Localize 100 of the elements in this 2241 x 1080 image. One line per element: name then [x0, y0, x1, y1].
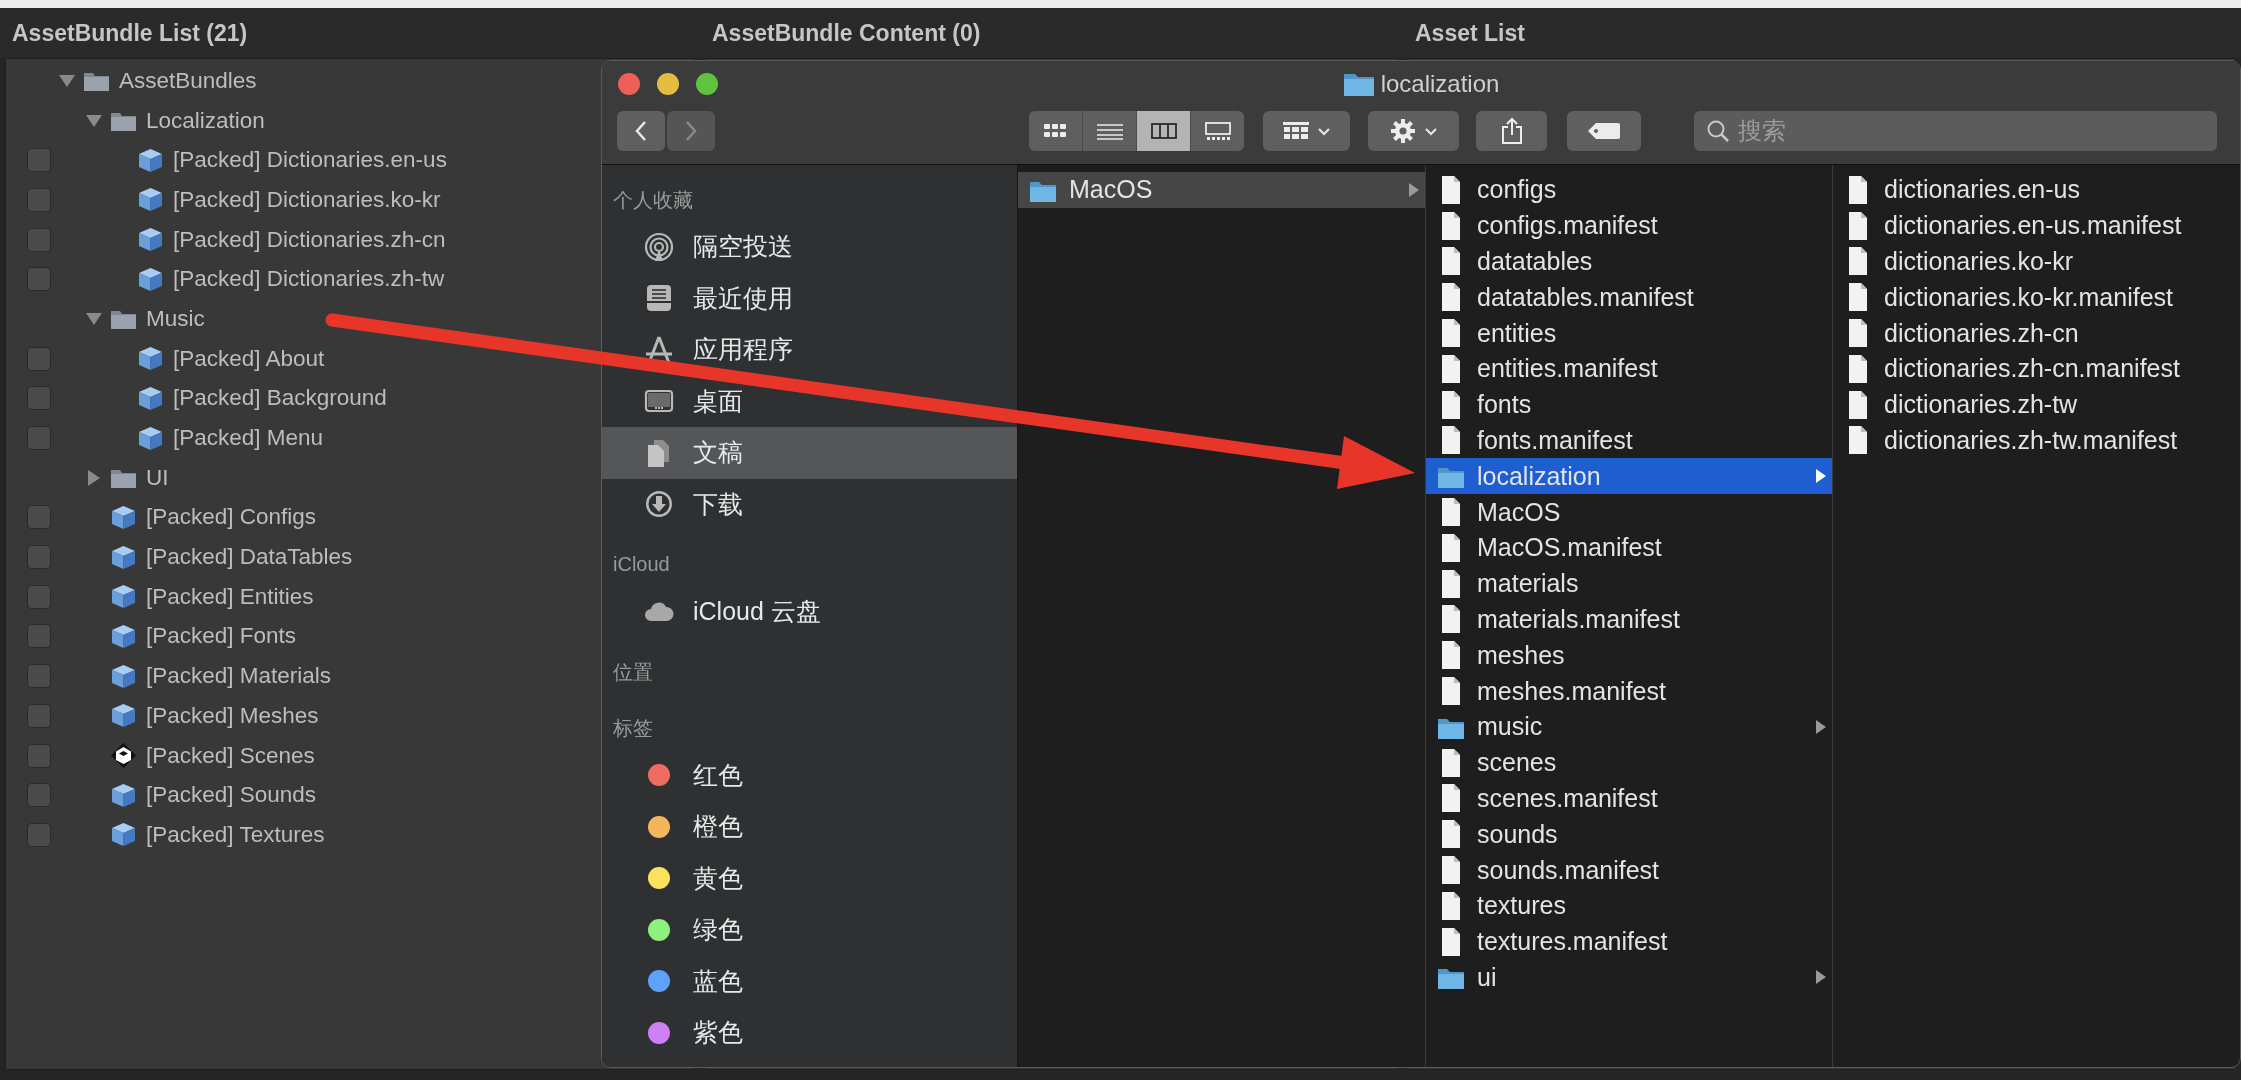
forward-button[interactable] [667, 111, 715, 151]
tree-item-label[interactable]: [Packed] Menu [173, 425, 324, 452]
sidebar-item[interactable]: 绿色 [602, 904, 1017, 956]
sidebar-item[interactable]: 隔空投送 [602, 221, 1017, 273]
tree-item-label[interactable]: UI [146, 464, 169, 491]
share-button[interactable] [1476, 111, 1547, 151]
tree-item-label[interactable]: Localization [146, 107, 265, 134]
file-row[interactable]: meshes [1426, 637, 1832, 674]
file-row[interactable]: dictionaries.zh-cn [1833, 315, 2240, 351]
gallery-view-button[interactable] [1191, 111, 1244, 151]
file-row[interactable]: fonts [1426, 386, 1832, 423]
checkbox[interactable] [27, 505, 51, 530]
minimize-button[interactable] [657, 73, 679, 95]
file-row[interactable]: meshes.manifest [1426, 673, 1832, 709]
checkbox[interactable] [27, 743, 51, 768]
zoom-button[interactable] [696, 73, 718, 95]
checkbox[interactable] [27, 227, 51, 252]
file-row[interactable]: dictionaries.zh-tw [1833, 386, 2240, 423]
file-row[interactable]: dictionaries.zh-cn.manifest [1833, 351, 2240, 387]
file-row[interactable]: textures.manifest [1426, 923, 1832, 960]
file-row[interactable]: materials.manifest [1426, 601, 1832, 638]
sidebar-item[interactable]: 红色 [602, 749, 1017, 801]
search-field[interactable]: 搜索 [1694, 111, 2217, 151]
checkbox[interactable] [27, 426, 51, 451]
sidebar-item[interactable]: 紫色 [602, 1007, 1017, 1059]
checkbox[interactable] [27, 703, 51, 728]
back-button[interactable] [617, 111, 665, 151]
tree-item-label[interactable]: [Packed] Dictionaries.zh-cn [173, 226, 446, 253]
column-view-button[interactable] [1137, 111, 1190, 151]
file-row[interactable]: dictionaries.ko-kr [1833, 243, 2240, 280]
tree-item-label[interactable]: [Packed] DataTables [146, 544, 353, 571]
tree-item-label[interactable]: [Packed] Meshes [146, 702, 319, 729]
tree-item-label[interactable]: [Packed] Configs [146, 504, 317, 531]
tag-button[interactable] [1567, 111, 1641, 151]
file-row[interactable]: fonts.manifest [1426, 422, 1832, 459]
caret-down-icon[interactable] [86, 312, 102, 325]
tree-item-label[interactable]: [Packed] Fonts [146, 623, 297, 650]
file-row[interactable]: dictionaries.ko-kr.manifest [1833, 279, 2240, 316]
file-row[interactable]: MacOS [1426, 494, 1832, 530]
tree-item-label[interactable]: [Packed] Background [173, 385, 387, 412]
sidebar-item[interactable]: iCloud 云盘 [602, 586, 1017, 638]
sidebar-item[interactable]: 蓝色 [602, 955, 1017, 1007]
close-button[interactable] [618, 73, 640, 95]
file-row[interactable]: scenes [1426, 744, 1832, 781]
tree-item-label[interactable]: [Packed] Dictionaries.ko-kr [173, 186, 441, 213]
tree-item-label[interactable]: Music [146, 305, 205, 332]
tree-item-label[interactable]: [Packed] Scenes [146, 742, 315, 769]
file-row[interactable]: sounds.manifest [1426, 852, 1832, 888]
file-row[interactable]: scenes.manifest [1426, 780, 1832, 817]
checkbox[interactable] [27, 664, 51, 689]
file-row[interactable]: materials [1426, 565, 1832, 602]
file-row[interactable]: textures [1426, 887, 1832, 924]
caret-down-icon[interactable] [86, 114, 102, 127]
checkbox[interactable] [27, 624, 51, 649]
file-row[interactable]: localization [1426, 458, 1832, 495]
file-row[interactable]: configs.manifest [1426, 207, 1832, 244]
file-row[interactable]: entities [1426, 315, 1832, 351]
sidebar-item[interactable]: 文稿 [602, 427, 1017, 479]
sidebar-item[interactable]: 最近使用 [602, 272, 1017, 324]
file-row[interactable]: MacOS.manifest [1426, 529, 1832, 566]
sidebar-item[interactable]: 橙色 [602, 801, 1017, 853]
list-view-button[interactable] [1083, 111, 1136, 151]
checkbox[interactable] [27, 148, 51, 173]
tree-item-label[interactable]: [Packed] Dictionaries.zh-tw [173, 266, 445, 293]
checkbox[interactable] [27, 386, 51, 411]
cube-icon [137, 345, 164, 373]
tree-item-label[interactable]: [Packed] Textures [146, 821, 325, 848]
file-row[interactable]: configs [1426, 172, 1832, 208]
sidebar-item[interactable]: 桌面 [602, 375, 1017, 427]
checkbox[interactable] [27, 267, 51, 292]
sidebar-item[interactable]: 黄色 [602, 852, 1017, 904]
file-row[interactable]: dictionaries.en-us.manifest [1833, 207, 2240, 244]
checkbox[interactable] [27, 346, 51, 371]
caret-down-icon[interactable] [59, 74, 75, 87]
checkbox[interactable] [27, 783, 51, 808]
file-row[interactable]: dictionaries.en-us [1833, 172, 2240, 208]
checkbox[interactable] [27, 187, 51, 212]
checkbox[interactable] [27, 584, 51, 609]
file-row[interactable]: dictionaries.zh-tw.manifest [1833, 422, 2240, 459]
tree-item-label[interactable]: [Packed] Dictionaries.en-us [173, 147, 447, 174]
file-row[interactable]: datatables.manifest [1426, 279, 1832, 316]
tree-item-label[interactable]: [Packed] Entities [146, 583, 314, 610]
sidebar-item[interactable]: 下载 [602, 478, 1017, 530]
file-row[interactable]: datatables [1426, 243, 1832, 280]
file-row[interactable]: MacOS [1018, 172, 1425, 208]
tree-item-label[interactable]: AssetBundles [119, 67, 257, 94]
tree-item-label[interactable]: [Packed] Sounds [146, 782, 317, 809]
tree-item-label[interactable]: [Packed] Materials [146, 663, 332, 690]
sidebar-item[interactable]: 应用程序 [602, 324, 1017, 376]
file-row[interactable]: music [1426, 708, 1832, 745]
checkbox[interactable] [27, 545, 51, 570]
action-button[interactable] [1368, 111, 1459, 151]
caret-right-icon[interactable] [88, 469, 100, 486]
checkbox[interactable] [27, 822, 51, 847]
tree-item-label[interactable]: [Packed] About [173, 345, 325, 372]
file-row[interactable]: entities.manifest [1426, 351, 1832, 387]
group-by-button[interactable] [1263, 111, 1350, 151]
file-row[interactable]: sounds [1426, 816, 1832, 853]
file-row[interactable]: ui [1426, 959, 1832, 996]
icon-view-button[interactable] [1029, 111, 1082, 151]
